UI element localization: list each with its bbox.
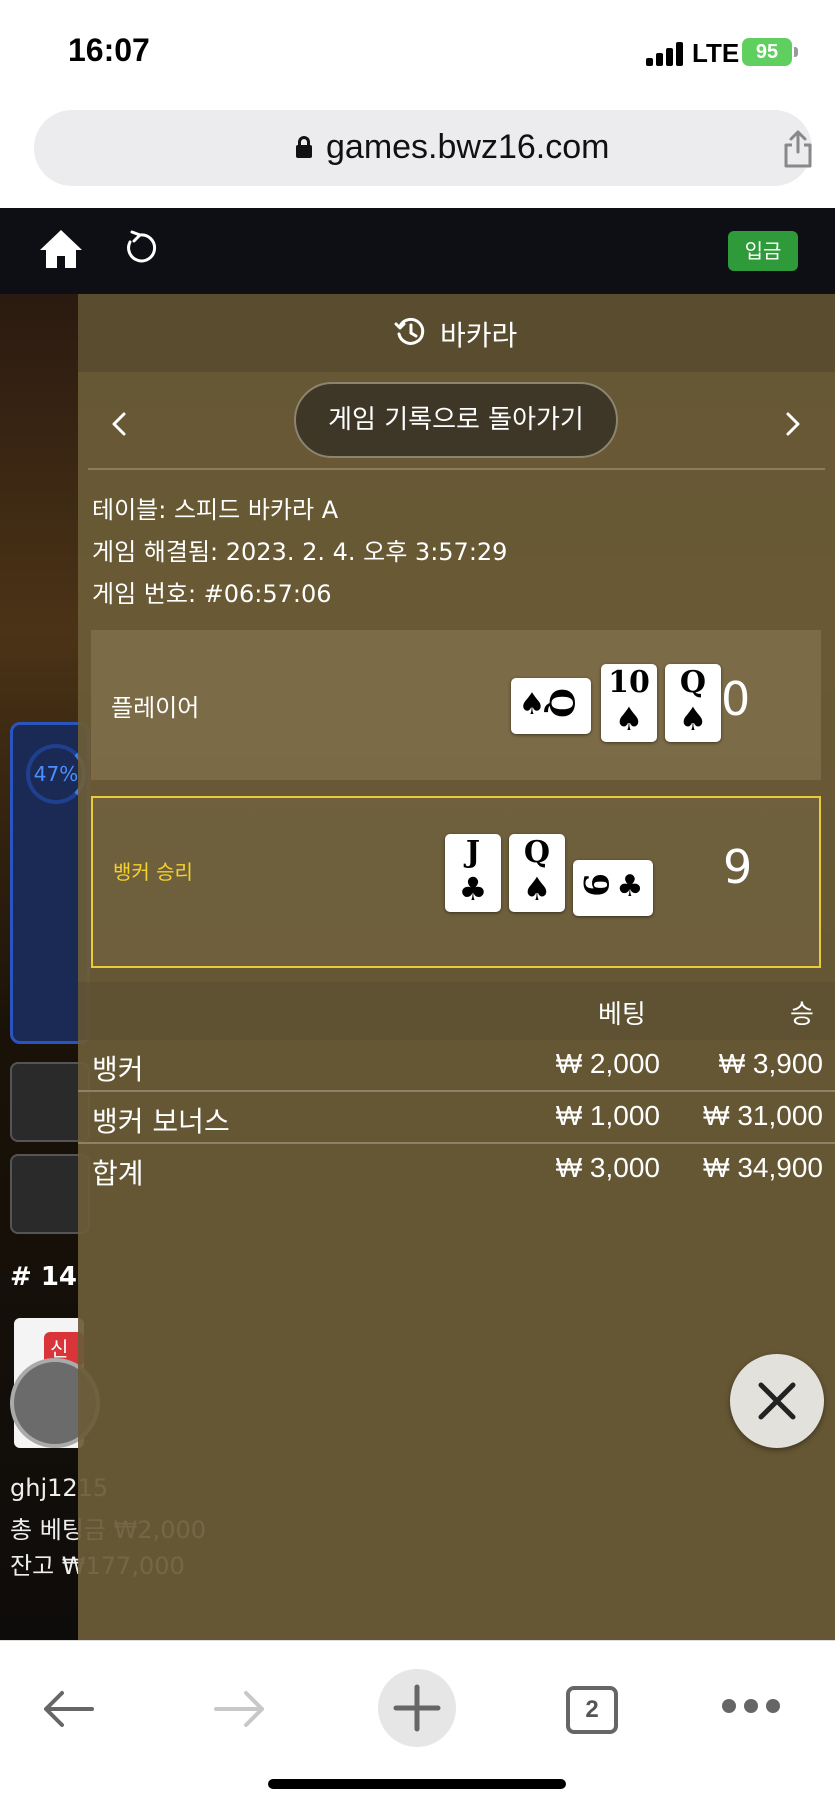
- banker-hand: 뱅커 승리 J ♣ Q ♠ 9 ♣ 9: [91, 796, 821, 968]
- chevron-right-icon[interactable]: [778, 404, 808, 444]
- bet-name: 뱅커: [92, 1053, 144, 1086]
- banker-score: 9: [723, 840, 753, 894]
- close-button[interactable]: [730, 1354, 824, 1448]
- bet-row: 뱅커 ₩ 2,000 ₩ 3,900: [78, 1040, 835, 1092]
- total-bet: ₩ 3,000: [555, 1152, 660, 1183]
- card-rank: J: [465, 835, 481, 870]
- more-icon[interactable]: [722, 1699, 782, 1717]
- modal-title: 바카라: [440, 319, 518, 352]
- new-tab-button[interactable]: [378, 1669, 456, 1747]
- status-time: 16:07: [68, 32, 150, 68]
- app-header: 입금: [0, 208, 835, 294]
- playing-card: J ♣: [445, 834, 501, 912]
- game-number: 게임 번호: #06:57:06: [92, 580, 332, 608]
- total-label: 합계: [92, 1157, 144, 1190]
- card-rank: Q: [679, 665, 707, 700]
- card-rank: Q: [541, 688, 581, 718]
- lock-icon: [296, 136, 312, 158]
- bet-row: 뱅커 보너스 ₩ 1,000 ₩ 31,000: [78, 1092, 835, 1144]
- resolved-time: 게임 해결됨: 2023. 2. 4. 오후 3:57:29: [92, 538, 508, 566]
- divider: [88, 468, 825, 470]
- battery-icon: 95: [742, 38, 798, 66]
- playing-card: Q ♠: [509, 834, 565, 912]
- win-amount: ₩ 31,000: [703, 1100, 823, 1131]
- back-to-history-button[interactable]: 게임 기록으로 돌아가기: [294, 382, 618, 458]
- card-suit: ♣: [616, 869, 644, 904]
- close-icon: [758, 1382, 796, 1420]
- card-suit: ♣: [458, 870, 488, 908]
- forward-arrow-icon[interactable]: [212, 1689, 268, 1729]
- game-history-modal: 바카라 게임 기록으로 돌아가기 테이블: 스피드 바카라 A 게임 해결됨: …: [78, 294, 835, 1640]
- status-bar: 16:07 LTE 95: [0, 0, 835, 100]
- card-rank: 10: [608, 665, 650, 700]
- playing-card: 10 ♠: [601, 664, 657, 742]
- card-rank: Q: [523, 835, 551, 870]
- plus-icon: [393, 1684, 441, 1732]
- playing-card: 9 ♣: [573, 860, 653, 916]
- total-win: ₩ 34,900: [703, 1152, 823, 1183]
- banker-label: 뱅커 승리: [113, 860, 193, 884]
- playing-card: Q ♠: [665, 664, 721, 742]
- network-label: LTE: [692, 38, 740, 68]
- player-hand: 플레이어 ♠ Q 10 ♠ Q ♠ 0: [91, 630, 821, 780]
- bet-amount: ₩ 2,000: [555, 1048, 660, 1079]
- card-rank: 9: [575, 873, 615, 897]
- percent-ring: 47%: [26, 744, 86, 804]
- card-suit: ♠: [522, 870, 552, 908]
- round-number: # 14: [10, 1262, 78, 1292]
- chevron-left-icon[interactable]: [104, 404, 134, 444]
- bet-column-header: 베팅: [598, 1000, 646, 1030]
- bet-name: 뱅커 보너스: [92, 1105, 230, 1138]
- player-score: 0: [721, 672, 751, 726]
- home-indicator: [268, 1779, 566, 1789]
- history-icon: [394, 317, 425, 345]
- share-icon[interactable]: [782, 130, 814, 168]
- win-column-header: 승: [790, 1000, 814, 1030]
- card-suit: ♠: [614, 700, 644, 738]
- tabs-button[interactable]: 2: [566, 1686, 618, 1734]
- player-label: 플레이어: [111, 694, 200, 722]
- reload-icon[interactable]: [122, 230, 158, 266]
- url-text: games.bwz16.com: [326, 128, 610, 166]
- browser-toolbar: 2: [0, 1640, 835, 1808]
- bet-amount: ₩ 1,000: [555, 1100, 660, 1131]
- table-info: 테이블: 스피드 바카라 A: [92, 496, 339, 524]
- home-icon[interactable]: [38, 228, 84, 270]
- total-row: 합계 ₩ 3,000 ₩ 34,900: [78, 1144, 835, 1196]
- signal-icon: [646, 42, 686, 66]
- playing-card: ♠ Q: [511, 678, 591, 734]
- deposit-button[interactable]: 입금: [728, 231, 798, 271]
- card-suit: ♠: [678, 700, 708, 738]
- win-amount: ₩ 3,900: [718, 1048, 823, 1079]
- bets-header: 베팅 승: [78, 982, 835, 1040]
- address-bar[interactable]: games.bwz16.com: [34, 110, 812, 186]
- back-arrow-icon[interactable]: [40, 1689, 96, 1729]
- modal-header: 바카라: [78, 294, 835, 372]
